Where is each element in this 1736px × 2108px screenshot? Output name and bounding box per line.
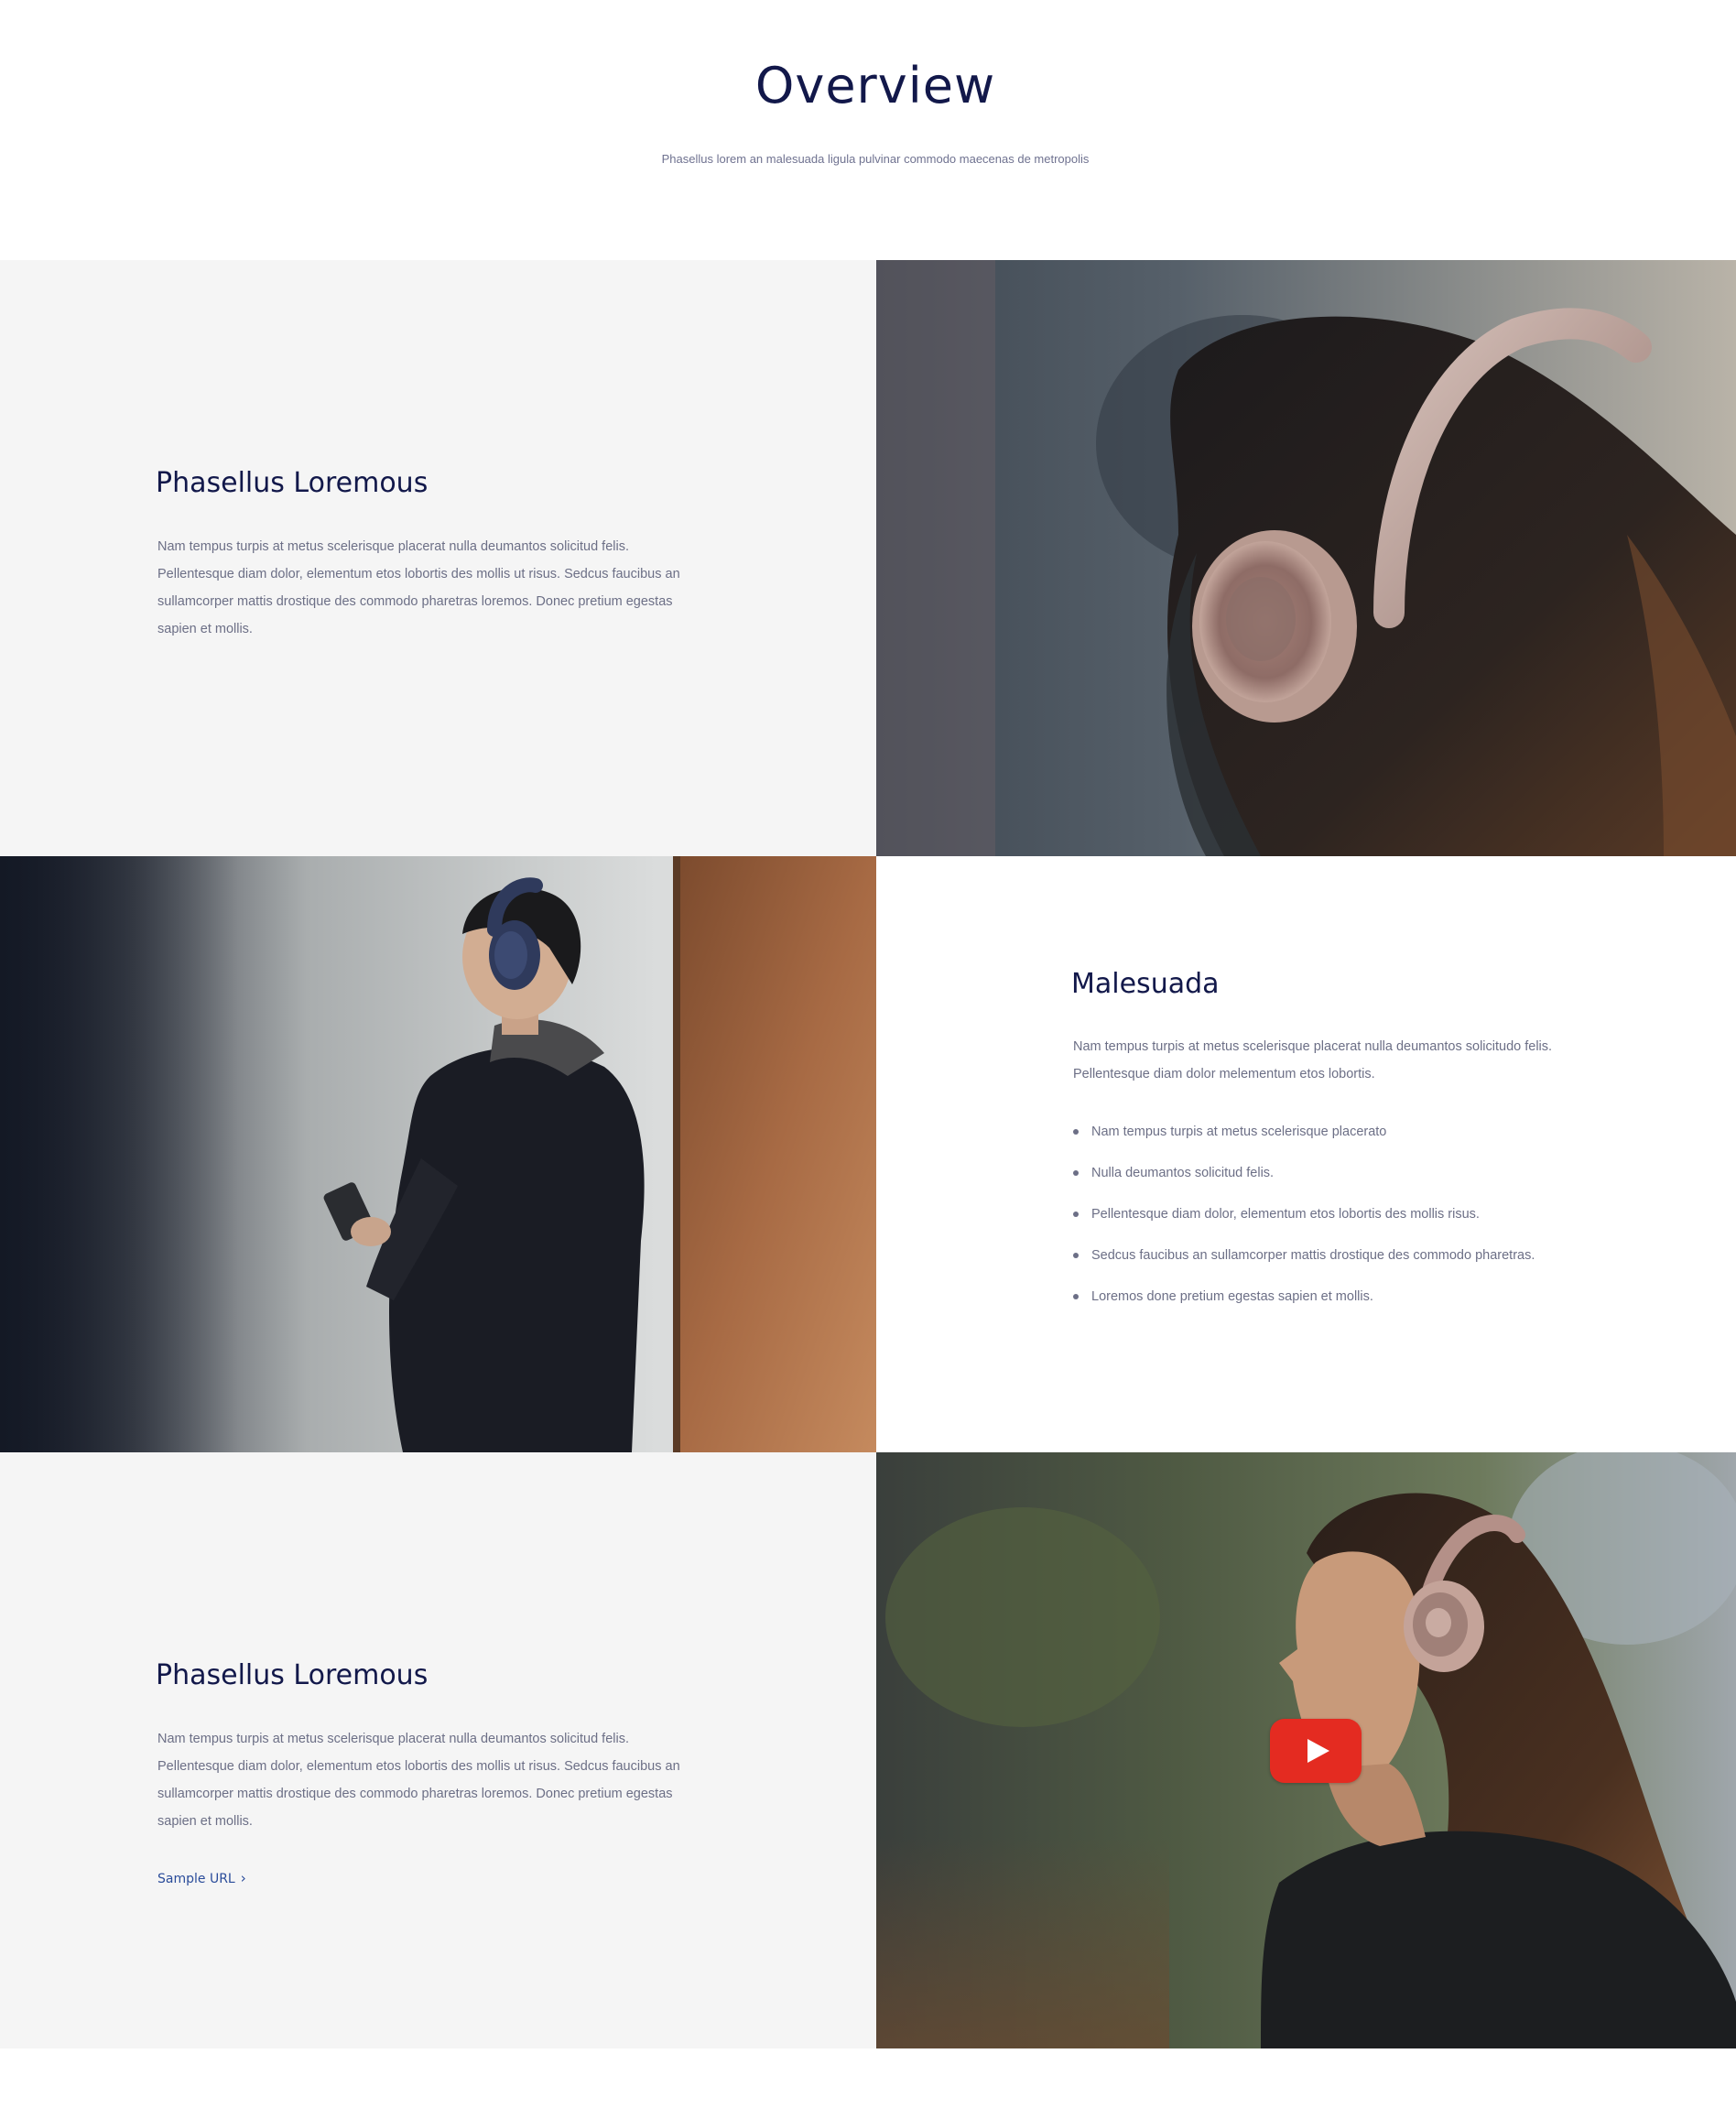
feature-section-3: Phasellus Loremous Nam tempus turpis at … [0,1452,1736,2048]
page-subtitle: Phasellus lorem an malesuada ligula pulv… [661,152,1090,166]
feature-bullet-list: Nam tempus turpis at metus scelerisque p… [1073,1122,1535,1328]
man-headphones-photo [0,856,876,1452]
overview-header: Overview Phasellus lorem an malesuada li… [0,0,1736,260]
list-item: Pellentesque diam dolor, elementum etos … [1073,1204,1535,1245]
feature-text-panel-1: Phasellus Loremous Nam tempus turpis at … [0,260,876,856]
section-body: Nam tempus turpis at metus scelerisque p… [1073,1039,1553,1081]
woman-headphones-photo [876,260,1736,856]
page-bottom-spacer [0,2048,1736,2108]
bullet-icon [1073,1170,1079,1176]
section-body: Nam tempus turpis at metus scelerisque p… [157,539,680,636]
sample-url-link[interactable]: Sample URL › [157,1870,246,1886]
video-thumbnail[interactable] [876,1452,1736,2048]
play-icon [1307,1739,1329,1763]
chevron-right-icon: › [240,1870,246,1886]
feature-text-panel-3: Phasellus Loremous Nam tempus turpis at … [0,1452,876,2048]
list-item: Loremos done pretium egestas sapien et m… [1073,1287,1535,1328]
section-body: Nam tempus turpis at metus scelerisque p… [157,1732,680,1829]
feature-section-1: Phasellus Loremous Nam tempus turpis at … [0,260,1736,856]
play-video-button[interactable] [1270,1719,1362,1783]
list-item: Nulla deumantos solicitud felis. [1073,1163,1535,1204]
list-item: Nam tempus turpis at metus scelerisque p… [1073,1122,1535,1163]
bullet-icon [1073,1294,1079,1299]
feature-section-2: Malesuada Nam tempus turpis at metus sce… [0,856,1736,1452]
page-title: Overview [754,57,996,114]
section-title: Phasellus Loremous [156,1659,429,1691]
section-title: Phasellus Loremous [156,467,429,499]
list-item: Sedcus faucibus an sullamcorper mattis d… [1073,1245,1535,1287]
bullet-icon [1073,1253,1079,1258]
bullet-icon [1073,1129,1079,1135]
section-title: Malesuada [1071,968,1220,1000]
feature-text-panel-2: Malesuada Nam tempus turpis at metus sce… [876,856,1736,1452]
bullet-icon [1073,1212,1079,1217]
